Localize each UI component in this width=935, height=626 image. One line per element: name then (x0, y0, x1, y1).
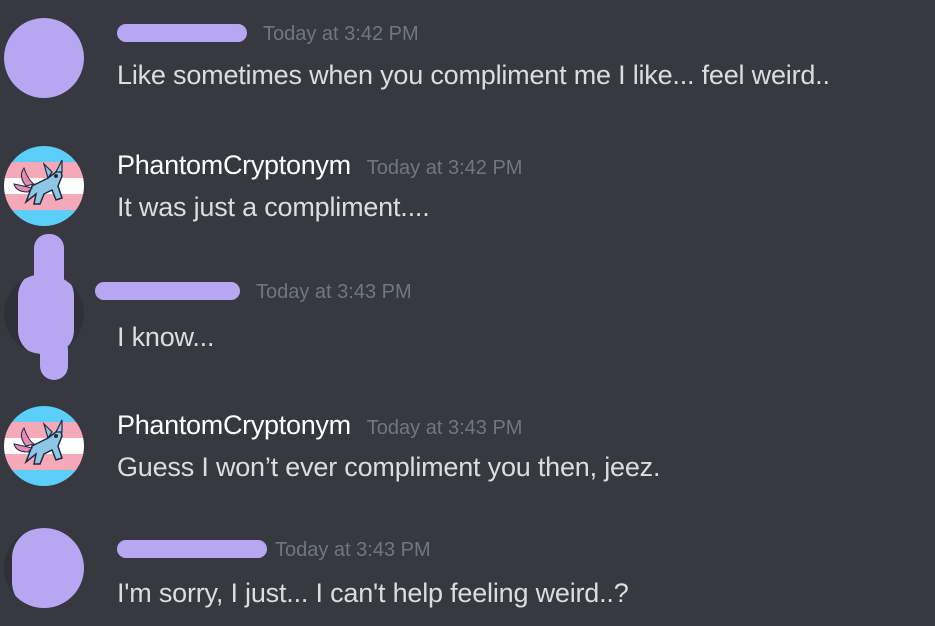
redaction-scribble-extension (34, 234, 64, 320)
timestamp: Today at 3:43 PM (275, 539, 431, 561)
message-header: Today at 3:43 PM (95, 280, 412, 314)
timestamp: Today at 3:42 PM (263, 23, 419, 45)
redacted-avatar[interactable] (4, 18, 84, 98)
message-2: PhantomCryptonym Today at 3:42 PM It was… (0, 130, 935, 240)
message-4: PhantomCryptonym Today at 3:43 PM Guess … (0, 390, 935, 500)
username[interactable]: PhantomCryptonym (117, 150, 351, 181)
timestamp: Today at 3:42 PM (366, 157, 523, 179)
redacted-username[interactable] (117, 24, 247, 42)
redacted-username[interactable] (117, 540, 267, 558)
message-text: Like sometimes when you compliment me I … (117, 60, 830, 90)
message-3: Today at 3:43 PM I know... (0, 234, 935, 380)
message-text: I'm sorry, I just... I can't help feelin… (117, 578, 629, 608)
message-text: I know... (117, 322, 215, 352)
message-header: Today at 3:42 PM (117, 22, 419, 56)
message-header: Today at 3:43 PM (117, 538, 431, 572)
redaction-scribble-extension (40, 336, 68, 380)
message-1: Today at 3:42 PM Like sometimes when you… (0, 0, 935, 110)
message-5: Today at 3:43 PM I'm sorry, I just... I … (0, 516, 935, 626)
timestamp: Today at 3:43 PM (366, 417, 523, 439)
message-header: PhantomCryptonym Today at 3:43 PM (117, 410, 522, 444)
message-text: It was just a compliment.... (117, 192, 430, 222)
phantom-avatar[interactable] (4, 406, 84, 486)
timestamp: Today at 3:43 PM (256, 281, 412, 303)
username[interactable]: PhantomCryptonym (117, 410, 351, 441)
message-text: Guess I won’t ever compliment you then, … (117, 452, 661, 482)
redacted-avatar[interactable] (4, 528, 84, 608)
phantom-avatar[interactable] (4, 146, 84, 226)
pokemon-icon (13, 419, 63, 465)
redacted-username[interactable] (95, 282, 240, 300)
pokemon-icon (13, 159, 63, 205)
chat-log: Today at 3:42 PM Like sometimes when you… (0, 0, 935, 626)
message-header: PhantomCryptonym Today at 3:42 PM (117, 150, 522, 184)
redaction-scribble (4, 18, 84, 98)
redaction-scribble (12, 528, 84, 608)
